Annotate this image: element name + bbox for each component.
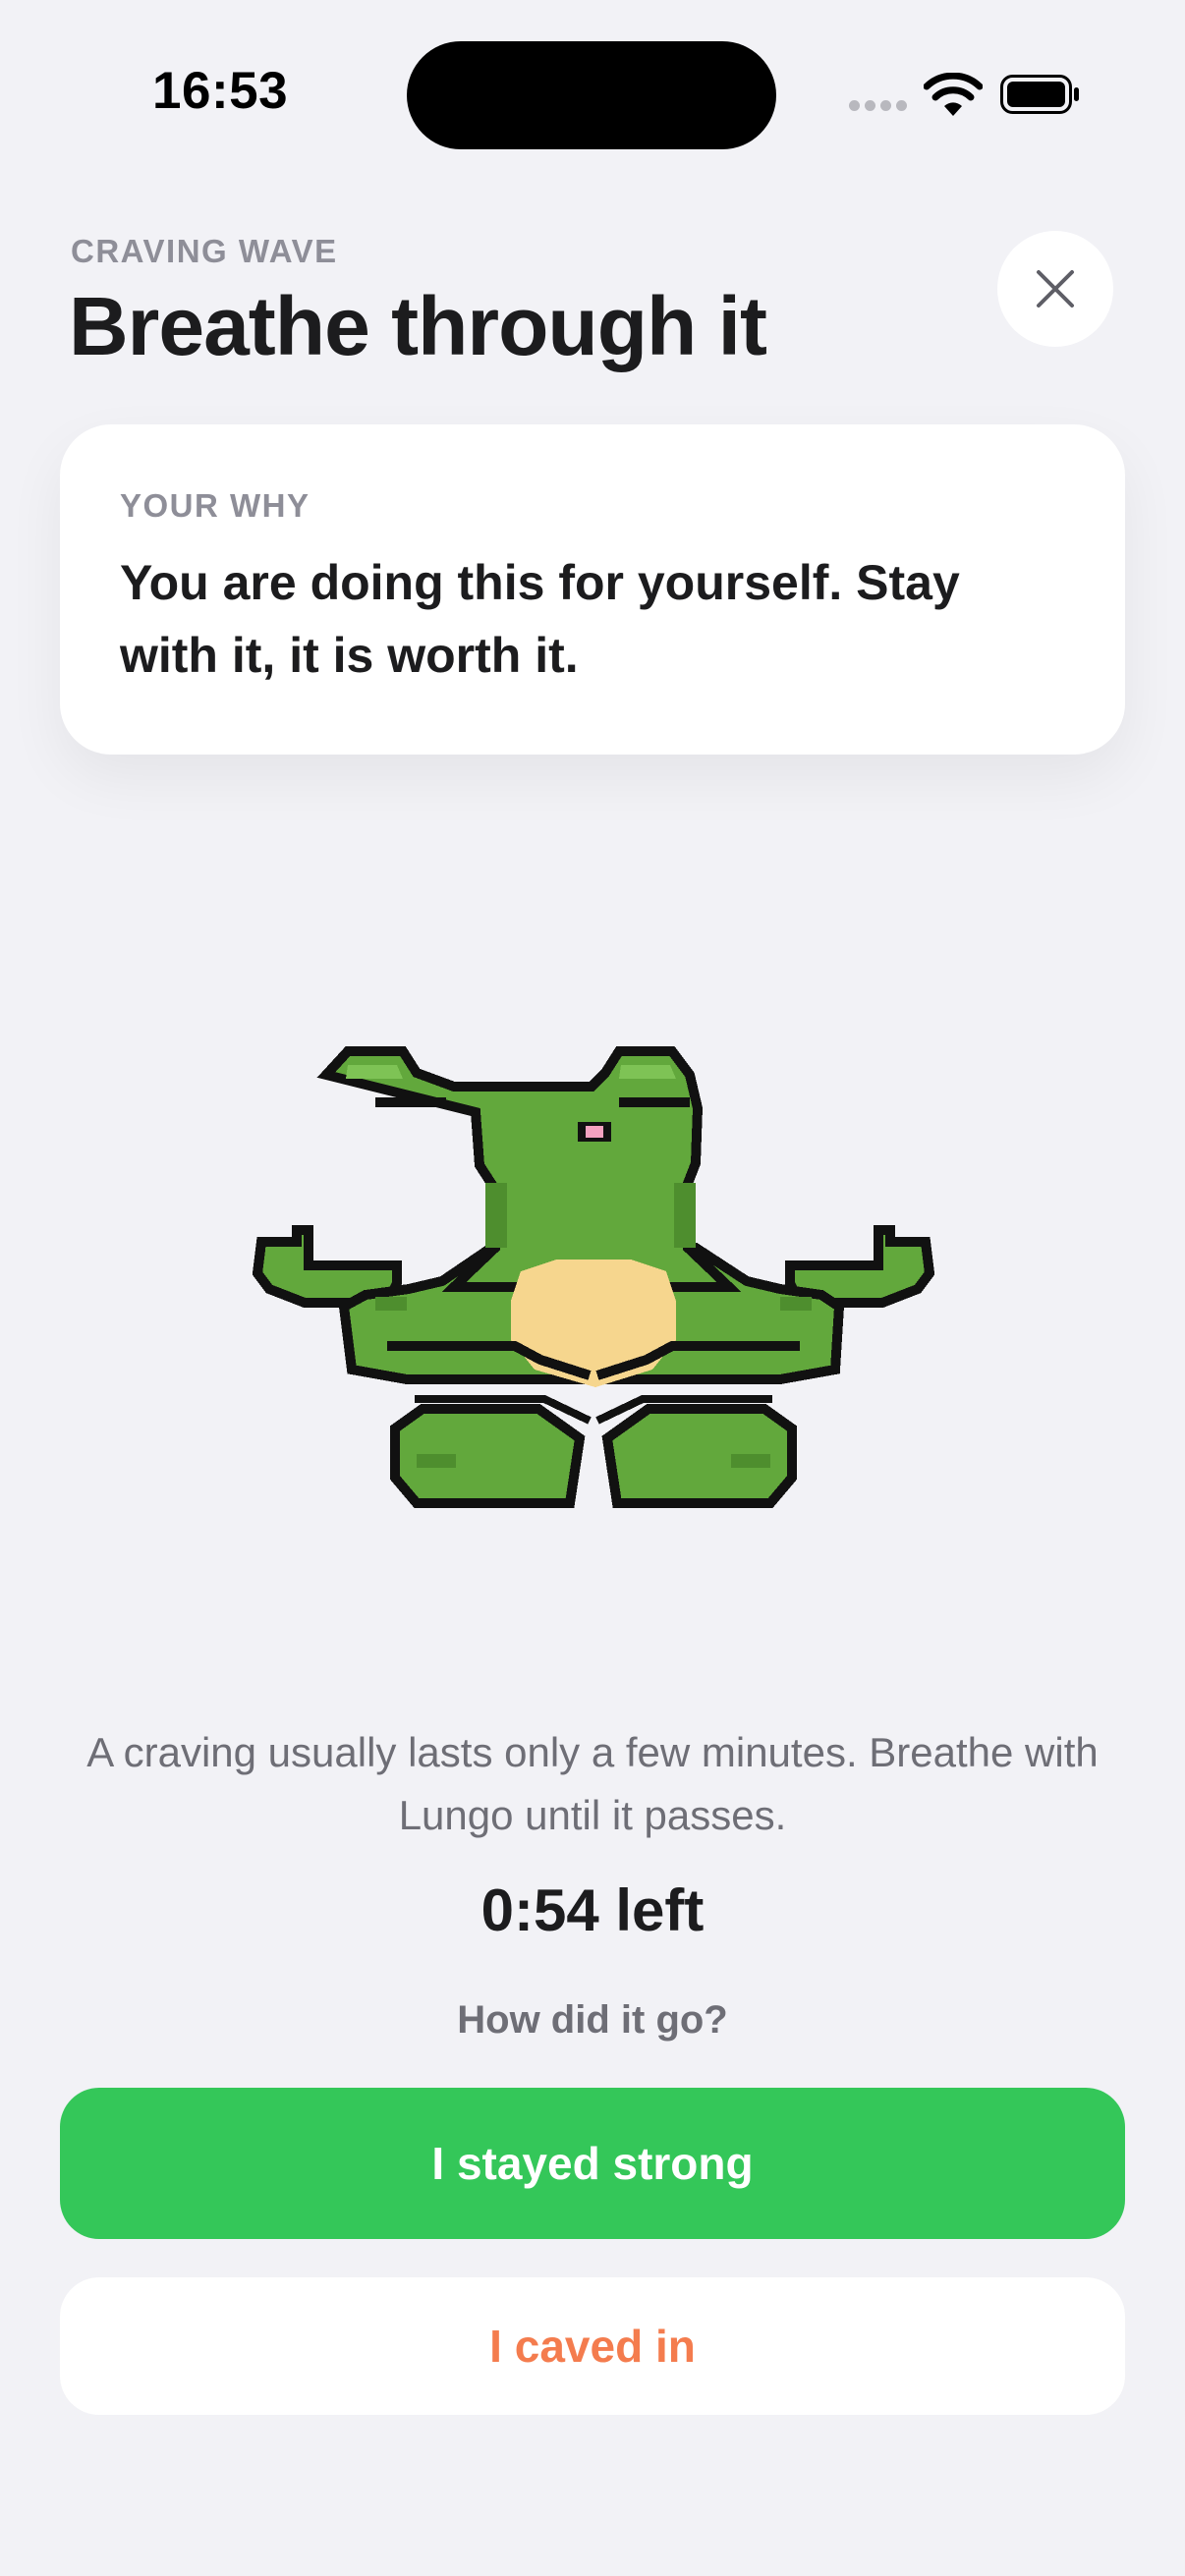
stayed-strong-label: I stayed strong (431, 2138, 754, 2189)
page-title: Breathe through it (69, 280, 767, 372)
close-button[interactable] (997, 231, 1113, 347)
countdown-timer: 0:54 left (480, 1877, 705, 1943)
craving-info-text: A craving usually lasts only a few minut… (86, 1729, 1099, 1838)
stayed-strong-button[interactable]: I stayed strong (60, 2088, 1125, 2239)
screen-eyebrow: CRAVING WAVE (71, 233, 338, 269)
close-icon (1037, 270, 1074, 308)
your-why-text: You are doing this for yourself. Stay wi… (120, 555, 960, 683)
outcome-prompt: How did it go? (457, 1998, 728, 2042)
wifi-icon (924, 73, 983, 116)
dynamic-island (407, 41, 776, 149)
your-why-label: YOUR WHY (120, 487, 310, 524)
caved-in-label: I caved in (489, 2321, 696, 2372)
meditating-frog-icon (252, 1046, 935, 1508)
caved-in-button[interactable]: I caved in (60, 2277, 1125, 2415)
status-time: 16:53 (152, 62, 289, 120)
battery-icon (1000, 75, 1079, 114)
signal-icon (849, 100, 908, 114)
